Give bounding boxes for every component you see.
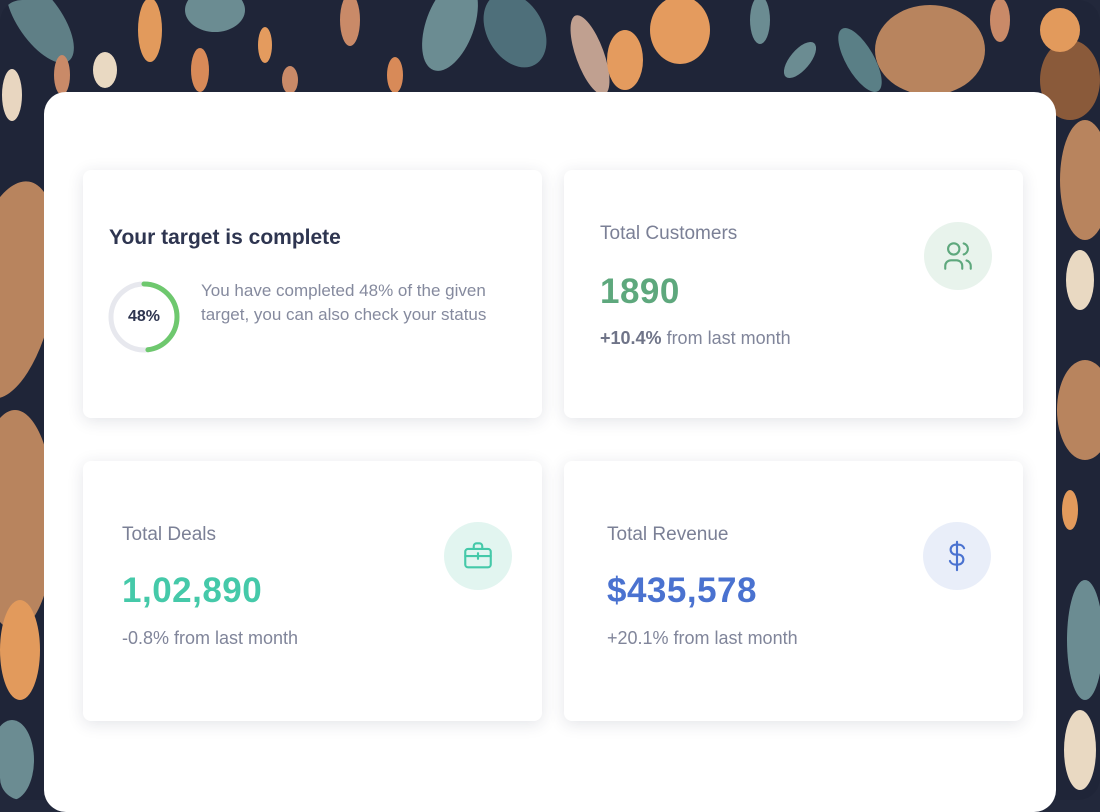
customers-change: +10.4% from last month	[600, 328, 791, 349]
customers-change-suffix: from last month	[661, 328, 791, 348]
target-title: Your target is complete	[109, 226, 341, 249]
revenue-value: $435,578	[607, 571, 757, 610]
main-panel: Your target is complete 48% You have com…	[44, 92, 1056, 812]
customers-title: Total Customers	[600, 223, 738, 244]
customers-card: Total Customers 1890 +10.4% from last mo…	[564, 170, 1023, 418]
target-progress-label: 48%	[127, 308, 161, 325]
deals-change: -0.8% from last month	[122, 628, 299, 648]
deals-card: Total Deals 1,02,890 -0.8% from last mon…	[83, 461, 542, 721]
customers-icon-badge	[924, 222, 992, 290]
revenue-card: Total Revenue $435,578 +20.1% from last …	[564, 461, 1023, 721]
customers-value: 1890	[600, 272, 680, 311]
revenue-change: +20.1% from last month	[607, 628, 798, 648]
users-icon	[944, 242, 972, 270]
revenue-title: Total Revenue	[607, 524, 729, 545]
target-description: You have completed 48% of the given targ…	[201, 281, 487, 324]
revenue-icon-badge	[923, 522, 991, 590]
deals-icon-badge	[444, 522, 512, 590]
deals-value: 1,02,890	[122, 571, 263, 610]
dollar-icon	[948, 540, 966, 572]
target-card: Your target is complete 48% You have com…	[83, 170, 542, 418]
deals-title: Total Deals	[122, 524, 216, 545]
briefcase-icon	[464, 542, 492, 569]
customers-change-percent: +10.4%	[600, 328, 662, 348]
